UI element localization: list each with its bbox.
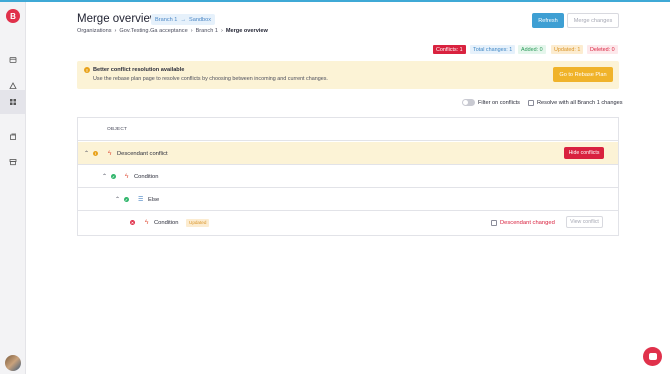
- table-row: ⌃ ✓ ϟ Condition: [78, 165, 618, 188]
- resolve-all-checkbox[interactable]: [528, 100, 534, 106]
- breadcrumb: Organizations › Gov.Testing.Ga acceptanc…: [77, 28, 268, 34]
- app-logo[interactable]: B: [6, 9, 20, 23]
- refresh-button[interactable]: Refresh: [532, 13, 564, 28]
- chevron-up-icon[interactable]: ⌃: [102, 165, 107, 188]
- breadcrumb-item[interactable]: Organizations: [77, 28, 112, 34]
- target-branch: Sandbox: [188, 16, 212, 23]
- chevron-up-icon[interactable]: ⌃: [115, 188, 120, 211]
- deleted-stat: Deleted: 0: [587, 45, 618, 54]
- total-changes-stat: Total changes: 1: [470, 45, 516, 54]
- banner-title: Better conflict resolution available: [93, 67, 185, 73]
- repository-icon[interactable]: [0, 48, 25, 72]
- filter-conflicts-toggle[interactable]: [462, 99, 475, 106]
- branch-indicator: Branch 1 → Sandbox: [151, 14, 216, 25]
- rebase-info-banner: ! Better conflict resolution available U…: [77, 61, 619, 89]
- top-accent-line: [0, 0, 670, 2]
- chevron-up-icon[interactable]: ⌃: [84, 142, 89, 165]
- merge-changes-button[interactable]: Merge changes: [567, 13, 619, 28]
- list-icon: ☰: [138, 197, 144, 203]
- chat-icon: [648, 353, 657, 360]
- sidebar: B: [0, 2, 26, 374]
- banner-text: Use the rebase plan page to resolve conf…: [93, 76, 328, 82]
- chevron-right-icon: ›: [114, 28, 117, 34]
- row-label: Condition: [154, 219, 179, 226]
- table-row: ⌃ ✓ ☰ Else: [78, 188, 618, 211]
- arrow-right-icon: →: [180, 16, 186, 23]
- chevron-right-icon: ›: [220, 28, 223, 34]
- updated-stat: Updated: 1: [551, 45, 584, 54]
- view-conflict-button[interactable]: View conflict: [566, 216, 603, 228]
- bolt-icon: ϟ: [108, 150, 112, 157]
- bolt-icon: ϟ: [145, 219, 149, 226]
- table-row: ✕ ϟ Condition Updated Descendant changed…: [78, 211, 618, 234]
- table-header: OBJECT: [78, 118, 618, 141]
- chat-support-button[interactable]: [643, 347, 662, 366]
- error-status-icon: ✕: [130, 220, 135, 225]
- page-title: Merge overview: [77, 13, 159, 25]
- updated-badge: Updated: [186, 211, 210, 234]
- breadcrumb-item[interactable]: Branch 1: [196, 28, 218, 34]
- check-status-icon: ✓: [111, 174, 116, 179]
- go-to-rebase-plan-button[interactable]: Go to Rebase Plan: [553, 67, 613, 82]
- row-label: Else: [148, 196, 160, 203]
- chevron-right-icon: ›: [190, 28, 193, 34]
- user-avatar[interactable]: [5, 355, 21, 371]
- check-status-icon: ✓: [124, 197, 129, 202]
- row-label: Condition: [134, 173, 159, 180]
- resolve-all-label: Resolve with all Branch 1 changes: [537, 100, 623, 106]
- added-stat: Added: 0: [518, 45, 546, 54]
- documents-icon[interactable]: [0, 125, 25, 149]
- descendant-changed-checkbox[interactable]: [491, 220, 497, 226]
- row-label: Descendant conflict: [117, 150, 168, 157]
- grid-icon[interactable]: [0, 90, 25, 114]
- bolt-icon: ϟ: [125, 173, 129, 180]
- warning-status-icon: !: [93, 151, 98, 156]
- breadcrumb-current: Merge overview: [225, 28, 268, 34]
- filter-conflicts-label: Filter on conflicts: [478, 100, 520, 106]
- info-icon: !: [84, 67, 90, 73]
- merge-table: OBJECT ⌃ ! ϟ Descendant conflict Hide co…: [77, 117, 619, 236]
- archive-icon[interactable]: [0, 150, 25, 174]
- table-row: ⌃ ! ϟ Descendant conflict Hide conflicts: [78, 142, 618, 165]
- descendant-changed-label: Descendant changed: [500, 219, 555, 226]
- conflicts-stat: Conflicts: 1: [433, 45, 466, 54]
- source-branch: Branch 1: [155, 16, 178, 23]
- breadcrumb-item[interactable]: Gov.Testing.Ga acceptance: [119, 28, 187, 34]
- column-header-object: OBJECT: [107, 127, 128, 132]
- hide-conflicts-button[interactable]: Hide conflicts: [564, 147, 604, 159]
